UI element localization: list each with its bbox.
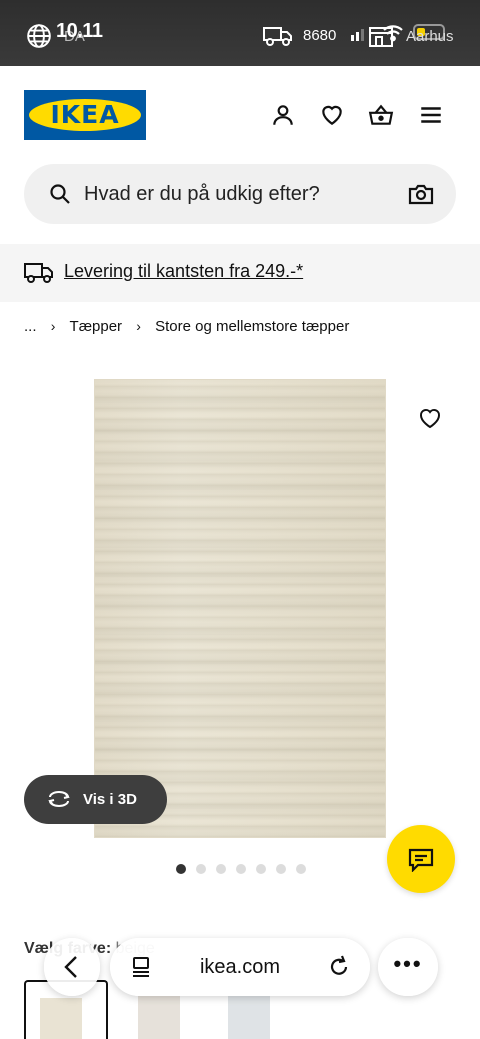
status-time: 10.11 xyxy=(56,20,103,42)
basket-icon[interactable] xyxy=(368,102,394,128)
search-bar[interactable] xyxy=(24,164,456,224)
breadcrumb-item[interactable]: Store og mellemstore tæpper xyxy=(155,318,349,335)
heart-icon[interactable] xyxy=(319,102,345,128)
site-header: IKEA xyxy=(0,66,480,244)
chat-button[interactable] xyxy=(387,825,455,893)
delivery-truck-icon xyxy=(24,263,53,283)
carousel-dot[interactable] xyxy=(256,864,266,874)
wifi-icon xyxy=(383,25,403,42)
profile-icon[interactable] xyxy=(270,102,296,128)
view-3d-button[interactable]: Vis i 3D xyxy=(24,775,167,824)
browser-more-button[interactable]: ••• xyxy=(378,938,438,996)
breadcrumb-item[interactable]: Tæpper xyxy=(70,318,123,335)
breadcrumb-ellipsis[interactable]: ... xyxy=(24,318,37,335)
browser-address-bar[interactable]: ikea.com xyxy=(110,938,370,996)
search-input[interactable] xyxy=(84,174,384,214)
postal-code[interactable]: 8680 xyxy=(303,27,336,44)
signal-icon xyxy=(351,29,364,41)
chevron-left-icon xyxy=(64,956,77,978)
rotate-3d-icon xyxy=(48,791,70,807)
globe-icon xyxy=(27,24,51,48)
delivery-truck-icon xyxy=(263,27,292,46)
chevron-right-icon: › xyxy=(136,318,141,334)
browser-back-button[interactable] xyxy=(44,938,100,996)
camera-search-icon[interactable] xyxy=(408,182,434,206)
view-3d-label: Vis i 3D xyxy=(83,791,137,808)
breadcrumb: ... › Tæpper › Store og mellemstore tæpp… xyxy=(24,318,349,335)
reload-icon[interactable] xyxy=(328,954,350,978)
delivery-link[interactable]: Levering til kantsten fra 249.-* xyxy=(64,261,303,282)
delivery-banner: Levering til kantsten fra 249.-* xyxy=(0,244,480,302)
favorite-heart-icon[interactable] xyxy=(418,407,442,429)
store-city[interactable]: Aarhus xyxy=(406,28,454,45)
carousel-dot[interactable] xyxy=(196,864,206,874)
carousel-dot[interactable] xyxy=(276,864,286,874)
ikea-logo[interactable]: IKEA xyxy=(24,90,146,140)
image-carousel-dots xyxy=(176,864,306,874)
carousel-dot[interactable] xyxy=(236,864,246,874)
status-bar: DA 10.11 8680 Aarhus xyxy=(0,0,480,66)
search-icon xyxy=(50,184,70,204)
product-image[interactable] xyxy=(94,379,386,838)
carousel-dot[interactable] xyxy=(216,864,226,874)
logo-text: IKEA xyxy=(50,100,120,129)
menu-icon[interactable] xyxy=(418,102,444,128)
chat-icon xyxy=(408,848,434,872)
carousel-dot[interactable] xyxy=(176,864,186,874)
carousel-dot[interactable] xyxy=(296,864,306,874)
chevron-right-icon: › xyxy=(50,318,56,334)
more-icon: ••• xyxy=(393,951,423,976)
